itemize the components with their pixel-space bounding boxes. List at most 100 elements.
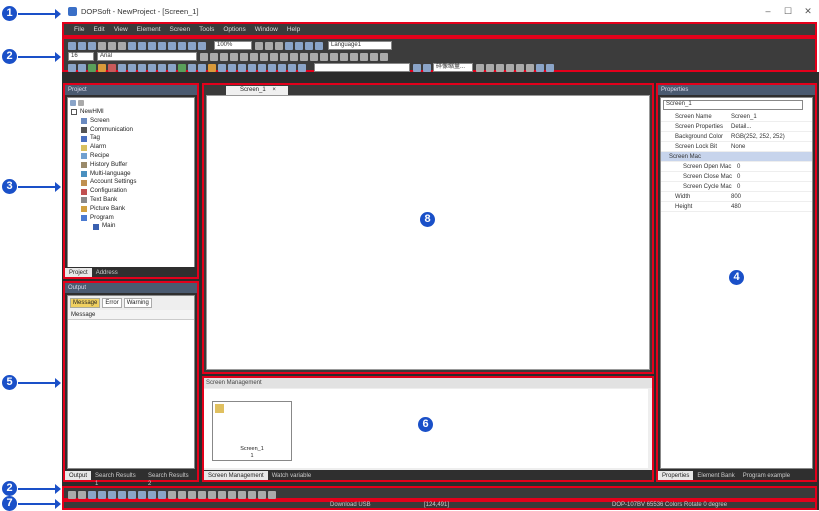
prop-row-width[interactable]: Width 800	[661, 192, 812, 202]
prop-row-screen-close-macro[interactable]: Screen Close Mac 0	[661, 172, 812, 182]
layout-tool-13-icon[interactable]	[188, 490, 196, 499]
tab-project[interactable]: Project	[65, 268, 92, 277]
tree-item-text-bank[interactable]: Text Bank	[71, 196, 194, 205]
tree-item-communication[interactable]: Communication	[71, 126, 194, 135]
upload-icon[interactable]	[198, 41, 206, 50]
chart-icon[interactable]	[228, 63, 236, 72]
keypad-icon[interactable]	[218, 63, 226, 72]
underline-icon[interactable]	[220, 52, 228, 61]
pdf-icon[interactable]	[288, 63, 296, 72]
settings-icon[interactable]	[536, 63, 544, 72]
style-edit-icon[interactable]	[423, 63, 431, 72]
download-icon[interactable]	[178, 41, 186, 50]
paste-icon[interactable]	[148, 41, 156, 50]
tree-item-newhmi[interactable]: NewHMI	[71, 108, 194, 117]
lamp-icon[interactable]	[158, 63, 166, 72]
simulate-icon[interactable]	[188, 41, 196, 50]
redo-icon[interactable]	[118, 41, 126, 50]
tree-item-history-buffer[interactable]: History Buffer	[71, 161, 194, 170]
prop-row-height[interactable]: Height 480	[661, 202, 812, 212]
minimize-button[interactable]: –	[760, 4, 776, 18]
tree-item-multi-language[interactable]: Multi-language	[71, 170, 194, 179]
tab-output[interactable]: Output	[65, 471, 92, 480]
tree-item-recipe[interactable]: Recipe	[71, 152, 194, 161]
menu-options[interactable]: Options	[223, 26, 245, 33]
menu-help[interactable]: Help	[287, 26, 300, 33]
layout-tool-20-icon[interactable]	[258, 490, 266, 499]
zoom-fit-icon[interactable]	[275, 41, 283, 50]
input-element-icon[interactable]	[178, 63, 186, 72]
menu-screen[interactable]: Screen	[170, 26, 191, 33]
italic-icon[interactable]	[210, 52, 218, 61]
align-middle-icon[interactable]	[270, 52, 278, 61]
screen-thumbnail[interactable]: Screen_1 1	[212, 401, 292, 461]
order-back-icon[interactable]	[340, 52, 348, 61]
tree-item-alarm[interactable]: Alarm	[71, 143, 194, 152]
layers-icon[interactable]	[315, 41, 323, 50]
compile-icon[interactable]	[168, 41, 176, 50]
close-button[interactable]: ✕	[800, 4, 816, 18]
layout-tool-10-icon[interactable]	[158, 490, 166, 499]
history-icon[interactable]	[238, 63, 246, 72]
font-size-select[interactable]: 16	[68, 52, 94, 61]
language-select[interactable]: Language1	[328, 41, 392, 50]
tab-properties[interactable]: Properties	[658, 471, 694, 480]
layout-tool-21-icon[interactable]	[268, 490, 276, 499]
tree-toolbar-icon[interactable]	[70, 100, 76, 106]
maximize-button[interactable]: ☐	[780, 4, 796, 18]
timer-icon[interactable]	[278, 63, 286, 72]
recipe-element-icon[interactable]	[268, 63, 276, 72]
editor-tab[interactable]: Screen_1 ×	[226, 86, 288, 95]
snap-icon[interactable]	[496, 63, 504, 72]
rotate-left-icon[interactable]	[285, 41, 293, 50]
order-front-icon[interactable]	[330, 52, 338, 61]
layout-tool-2-icon[interactable]	[78, 490, 86, 499]
switch-icon[interactable]	[168, 63, 176, 72]
tab-search-results-2[interactable]: Search Results 2	[144, 471, 197, 487]
layout-tool-16-icon[interactable]	[218, 490, 226, 499]
video-icon[interactable]	[258, 63, 266, 72]
undo-icon[interactable]	[108, 41, 116, 50]
tab-address[interactable]: Address	[92, 268, 122, 277]
distribute-icon[interactable]	[370, 52, 378, 61]
fill-color-icon[interactable]	[300, 52, 308, 61]
layout-tool-9-icon[interactable]	[148, 490, 156, 499]
rectangle-icon[interactable]	[138, 63, 146, 72]
layout-tool-17-icon[interactable]	[228, 490, 236, 499]
font-name-select[interactable]: Arial	[97, 52, 197, 61]
menu-window[interactable]: Window	[255, 26, 278, 33]
group-icon[interactable]	[310, 52, 318, 61]
align-center-icon[interactable]	[240, 52, 248, 61]
layout-tool-7-icon[interactable]	[128, 490, 136, 499]
layout-tool-6-icon[interactable]	[118, 490, 126, 499]
rotate-right-icon[interactable]	[295, 41, 303, 50]
filter-message[interactable]: Message	[70, 298, 101, 308]
tree-item-account-settings[interactable]: Account Settings	[71, 178, 194, 187]
tab-search-results-1[interactable]: Search Results 1	[91, 471, 144, 487]
screen-canvas[interactable]	[206, 95, 650, 370]
prop-group-screen-macro[interactable]: Screen Mac	[661, 152, 812, 162]
align-top-icon[interactable]	[260, 52, 268, 61]
tab-watch-variable[interactable]: Watch variable	[268, 471, 315, 480]
grid-icon[interactable]	[380, 52, 388, 61]
tree-collapse-icon[interactable]	[78, 100, 84, 106]
bar-graph-icon[interactable]	[118, 63, 126, 72]
refresh-icon[interactable]	[305, 41, 313, 50]
picture-icon[interactable]	[208, 63, 216, 72]
prop-row-screen-properties[interactable]: Screen Properties Detail...	[661, 122, 812, 132]
style-select[interactable]: 碎像缩量...	[433, 63, 473, 72]
layout-tool-18-icon[interactable]	[238, 490, 246, 499]
tab-screen-management[interactable]: Screen Management	[204, 471, 268, 480]
layout-tool-11-icon[interactable]	[168, 490, 176, 499]
layout-tool-5-icon[interactable]	[108, 490, 116, 499]
layout-tool-3-icon[interactable]	[88, 490, 96, 499]
cut-icon[interactable]	[128, 41, 136, 50]
filter-error[interactable]: Error	[102, 298, 122, 308]
layout-tool-8-icon[interactable]	[138, 490, 146, 499]
ungroup-icon[interactable]	[320, 52, 328, 61]
qr-icon[interactable]	[298, 63, 306, 72]
open-icon[interactable]	[78, 41, 86, 50]
tree-item-tag[interactable]: Tag	[71, 134, 194, 143]
table-icon[interactable]	[128, 63, 136, 72]
layout-tool-1-icon[interactable]	[68, 490, 76, 499]
